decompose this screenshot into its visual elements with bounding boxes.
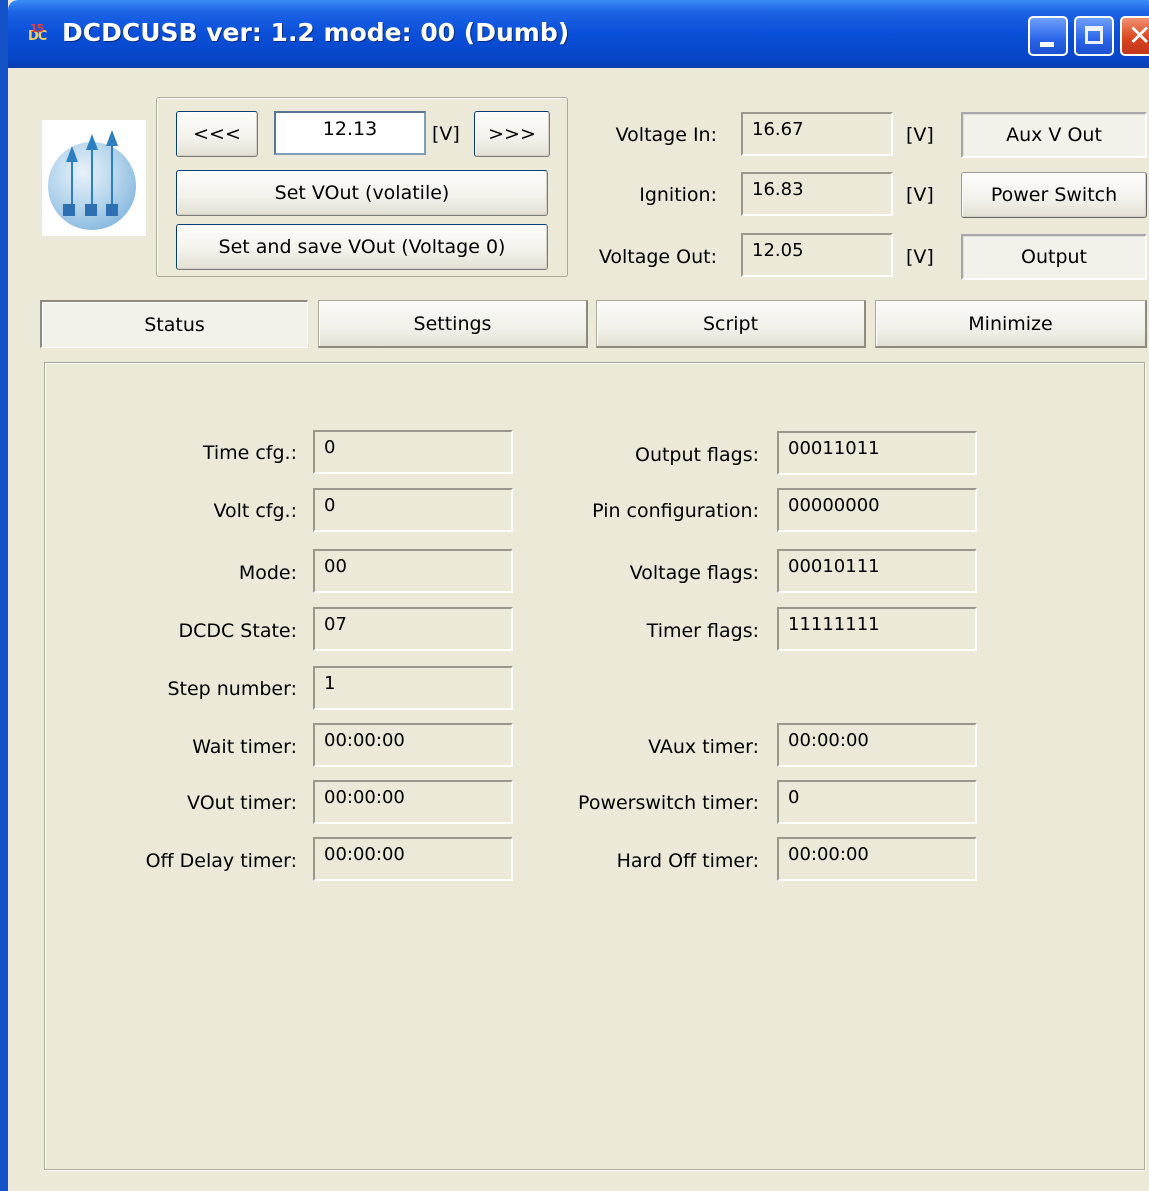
tab-status[interactable]: Status	[40, 300, 308, 348]
wait-timer-label: Wait timer:	[192, 736, 297, 758]
decrease-vout-button[interactable]: <<<	[176, 111, 258, 157]
tab-script[interactable]: Script	[596, 300, 866, 348]
output-indicator: Output	[961, 234, 1147, 280]
logo-block	[85, 204, 97, 216]
volt-cfg-field: 0	[313, 488, 513, 532]
voltage-flags-label: Voltage flags:	[629, 562, 759, 584]
vout-timer-label: VOut timer:	[187, 792, 297, 814]
hard-off-timer-field: 00:00:00	[777, 837, 977, 881]
output-flags-label: Output flags:	[634, 444, 759, 466]
title-bar[interactable]: 15DC DCDCUSB ver: 1.2 mode: 00 (Dumb) ✕	[8, 0, 1149, 68]
pin-configuration-field: 00000000	[777, 488, 977, 532]
timer-flags-label: Timer flags:	[646, 620, 759, 642]
ignition-field: 16.83	[741, 172, 893, 216]
time-cfg-field: 0	[313, 430, 513, 474]
off-delay-timer-field: 00:00:00	[313, 837, 513, 881]
volt-cfg-label: Volt cfg.:	[213, 500, 297, 522]
mode-label: Mode:	[238, 562, 297, 584]
logo-block	[106, 204, 118, 216]
status-panel	[44, 362, 1145, 1170]
up-arrow-icon	[106, 130, 118, 146]
app-icon: 15 DC	[28, 22, 47, 44]
tab-minimize[interactable]: Minimize	[875, 300, 1147, 348]
power-switch-button[interactable]: Power Switch	[961, 172, 1147, 218]
increase-vout-button[interactable]: >>>	[474, 111, 550, 157]
up-arrow-icon	[86, 134, 98, 150]
app-logo	[42, 120, 146, 236]
minimize-icon	[1040, 42, 1054, 47]
set-save-vout-button[interactable]: Set and save VOut (Voltage 0)	[176, 224, 548, 270]
voltage-out-field: 12.05	[741, 233, 893, 277]
set-vout-volatile-button[interactable]: Set VOut (volatile)	[176, 170, 548, 216]
step-number-field: 1	[313, 666, 513, 710]
voltage-in-unit: [V]	[906, 124, 934, 146]
timer-flags-field: 11111111	[777, 607, 977, 651]
maximize-icon	[1085, 26, 1103, 44]
hard-off-timer-label: Hard Off timer:	[616, 850, 759, 872]
voltage-in-label: Voltage In:	[615, 124, 717, 146]
step-number-label: Step number:	[167, 678, 297, 700]
pin-configuration-label: Pin configuration:	[592, 500, 759, 522]
mode-field: 00	[313, 549, 513, 593]
off-delay-timer-label: Off Delay timer:	[145, 850, 297, 872]
close-window-button[interactable]: ✕	[1120, 16, 1149, 56]
voltage-out-label: Voltage Out:	[598, 246, 717, 268]
dcdc-state-label: DCDC State:	[178, 620, 297, 642]
dcdc-state-field: 07	[313, 607, 513, 651]
maximize-window-button[interactable]	[1074, 16, 1114, 56]
ignition-label: Ignition:	[639, 184, 717, 206]
vout-input[interactable]: 12.13	[274, 111, 426, 155]
vout-timer-field: 00:00:00	[313, 780, 513, 824]
powerswitch-timer-field: 0	[777, 780, 977, 824]
logo-block	[63, 204, 75, 216]
ignition-unit: [V]	[906, 184, 934, 206]
wait-timer-field: 00:00:00	[313, 723, 513, 767]
close-icon: ✕	[1128, 18, 1149, 54]
vout-unit-label: [V]	[432, 123, 460, 145]
up-arrow-icon	[66, 146, 78, 162]
vaux-timer-field: 00:00:00	[777, 723, 977, 767]
tab-settings[interactable]: Settings	[318, 300, 588, 348]
voltage-in-field: 16.67	[741, 112, 893, 156]
vaux-timer-label: VAux timer:	[648, 736, 759, 758]
voltage-flags-field: 00010111	[777, 549, 977, 593]
aux-v-out-indicator: Aux V Out	[961, 112, 1147, 158]
minimize-window-button[interactable]	[1028, 16, 1068, 56]
window-title: DCDCUSB ver: 1.2 mode: 00 (Dumb)	[62, 18, 570, 47]
powerswitch-timer-label: Powerswitch timer:	[578, 792, 759, 814]
output-flags-field: 00011011	[777, 431, 977, 475]
app-window: 15DC DCDCUSB ver: 1.2 mode: 00 (Dumb) ✕ …	[0, 0, 1149, 1191]
voltage-out-unit: [V]	[906, 246, 934, 268]
time-cfg-label: Time cfg.:	[202, 442, 297, 464]
